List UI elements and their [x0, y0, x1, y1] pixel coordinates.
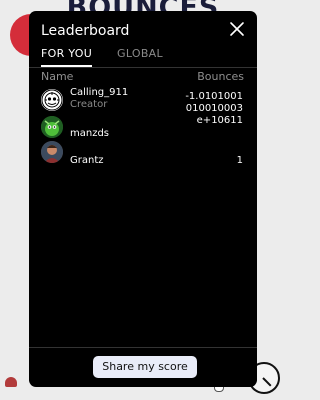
player-role: Creator — [70, 99, 108, 110]
photo-avatar — [41, 141, 63, 163]
leaderboard-tabs: FOR YOU GLOBAL — [29, 47, 257, 68]
green-creature-avatar — [41, 116, 63, 138]
ornate-emblem-avatar — [41, 89, 63, 111]
player-name: manzds — [70, 128, 110, 139]
leaderboard-panel: Leaderboard FOR YOU GLOBAL Name Bounces … — [29, 11, 257, 387]
leaderboard-title: Leaderboard — [41, 23, 130, 39]
player-bounces-line: 1 — [236, 155, 243, 166]
share-score-button[interactable]: Share my score — [93, 356, 197, 378]
small-character-icon — [5, 377, 17, 387]
player-bounces: 1 — [237, 155, 243, 167]
tab-for-you[interactable]: FOR YOU — [41, 47, 93, 67]
player-name: Calling_911 — [70, 87, 129, 98]
tab-global[interactable]: GLOBAL — [117, 47, 163, 66]
column-header-name: Name — [41, 70, 74, 83]
close-icon[interactable] — [227, 19, 247, 39]
leaderboard-row: manzds — [29, 114, 257, 140]
player-name: Grantz — [70, 155, 104, 166]
player-bounces-line: -1.0101001 — [185, 91, 243, 102]
leaderboard-row: Grantz 1 — [29, 139, 257, 167]
column-header-bounces: Bounces — [197, 70, 244, 83]
footer-divider — [29, 347, 257, 348]
